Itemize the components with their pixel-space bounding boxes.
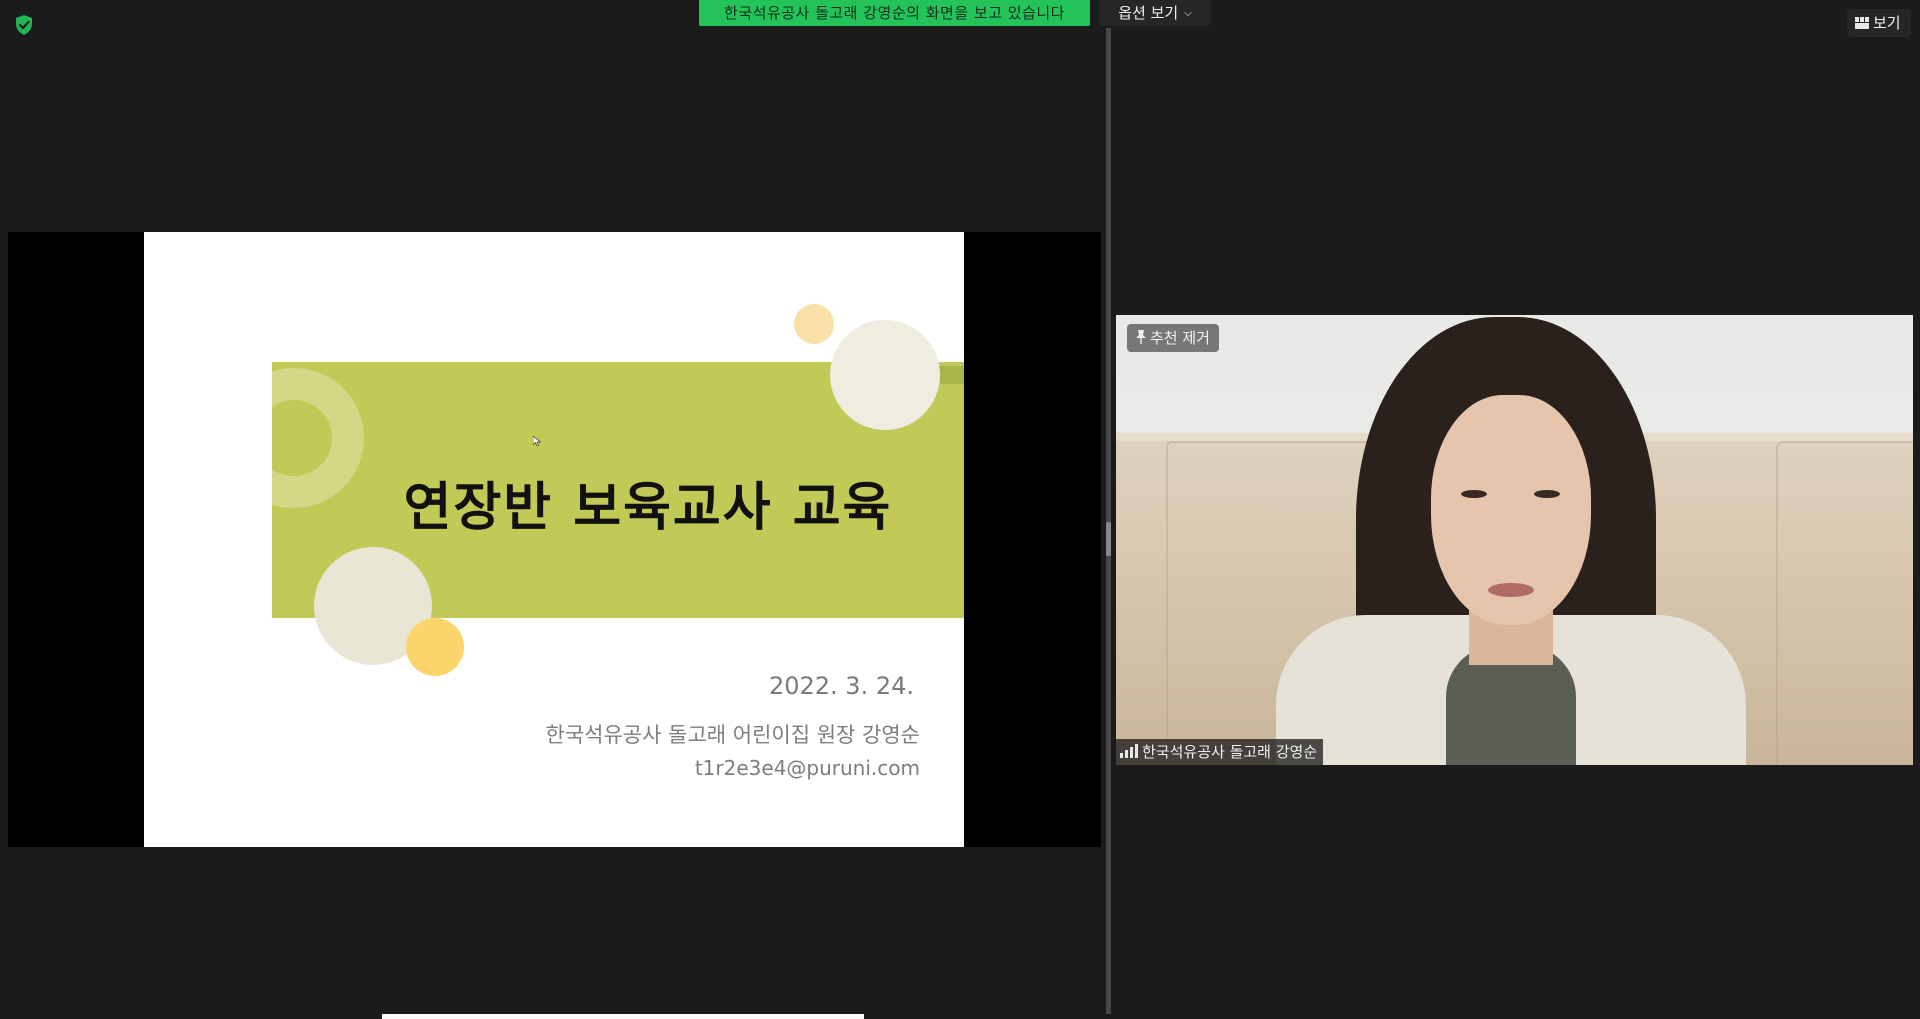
decor-circle bbox=[406, 618, 464, 676]
pin-icon bbox=[1136, 330, 1146, 344]
participant-video[interactable]: 추천 제거 한국석유공사 돌고래 강영순 bbox=[1116, 315, 1913, 765]
view-options-button[interactable]: 옵션 보기 ⌵ bbox=[1099, 0, 1211, 26]
participant-figure bbox=[1488, 583, 1534, 597]
remove-spotlight-label: 추천 제거 bbox=[1150, 329, 1210, 347]
chevron-down-icon: ⌵ bbox=[1184, 7, 1192, 19]
video-background bbox=[1776, 441, 1913, 765]
view-button[interactable]: 보기 bbox=[1847, 9, 1911, 37]
remove-spotlight-button[interactable]: 추천 제거 bbox=[1127, 324, 1219, 352]
shield-check-icon[interactable] bbox=[14, 14, 34, 36]
slide-email: t1r2e3e4@puruni.com bbox=[694, 756, 920, 780]
splitter-handle[interactable] bbox=[1106, 522, 1111, 556]
participant-name-tag: 한국석유공사 돌고래 강영순 bbox=[1116, 739, 1324, 765]
meeting-window: 한국석유공사 돌고래 강영순의 화면을 보고 있습니다 옵션 보기 ⌵ 보기 연장… bbox=[0, 0, 1920, 1019]
slide-title: 연장반 보육교사 교육 bbox=[403, 478, 893, 538]
participant-name: 한국석유공사 돌고래 강영순 bbox=[1142, 743, 1318, 761]
bottom-toolbar-edge bbox=[382, 1014, 864, 1019]
view-options-label: 옵션 보기 bbox=[1118, 4, 1179, 22]
participant-figure bbox=[1461, 490, 1487, 498]
panel-splitter[interactable] bbox=[1106, 28, 1111, 1014]
slide-author: 한국석유공사 돌고래 어린이집 원장 강영순 bbox=[545, 723, 920, 747]
view-button-label: 보기 bbox=[1873, 14, 1901, 32]
decor-edge bbox=[936, 366, 964, 384]
slide-date: 2022. 3. 24. bbox=[768, 672, 914, 700]
grid-icon bbox=[1855, 17, 1869, 29]
mouse-cursor-icon bbox=[533, 436, 541, 446]
screen-sharing-banner: 한국석유공사 돌고래 강영순의 화면을 보고 있습니다 bbox=[699, 0, 1090, 26]
signal-bars-icon bbox=[1120, 744, 1138, 758]
decor-circle bbox=[794, 304, 834, 344]
shared-screen[interactable]: 연장반 보육교사 교육 2022. 3. 24. 한국석유공사 돌고래 어린이집… bbox=[8, 232, 1101, 847]
decor-circle bbox=[830, 320, 940, 430]
participant-figure bbox=[1534, 490, 1560, 498]
presentation-slide: 연장반 보육교사 교육 2022. 3. 24. 한국석유공사 돌고래 어린이집… bbox=[144, 232, 964, 847]
